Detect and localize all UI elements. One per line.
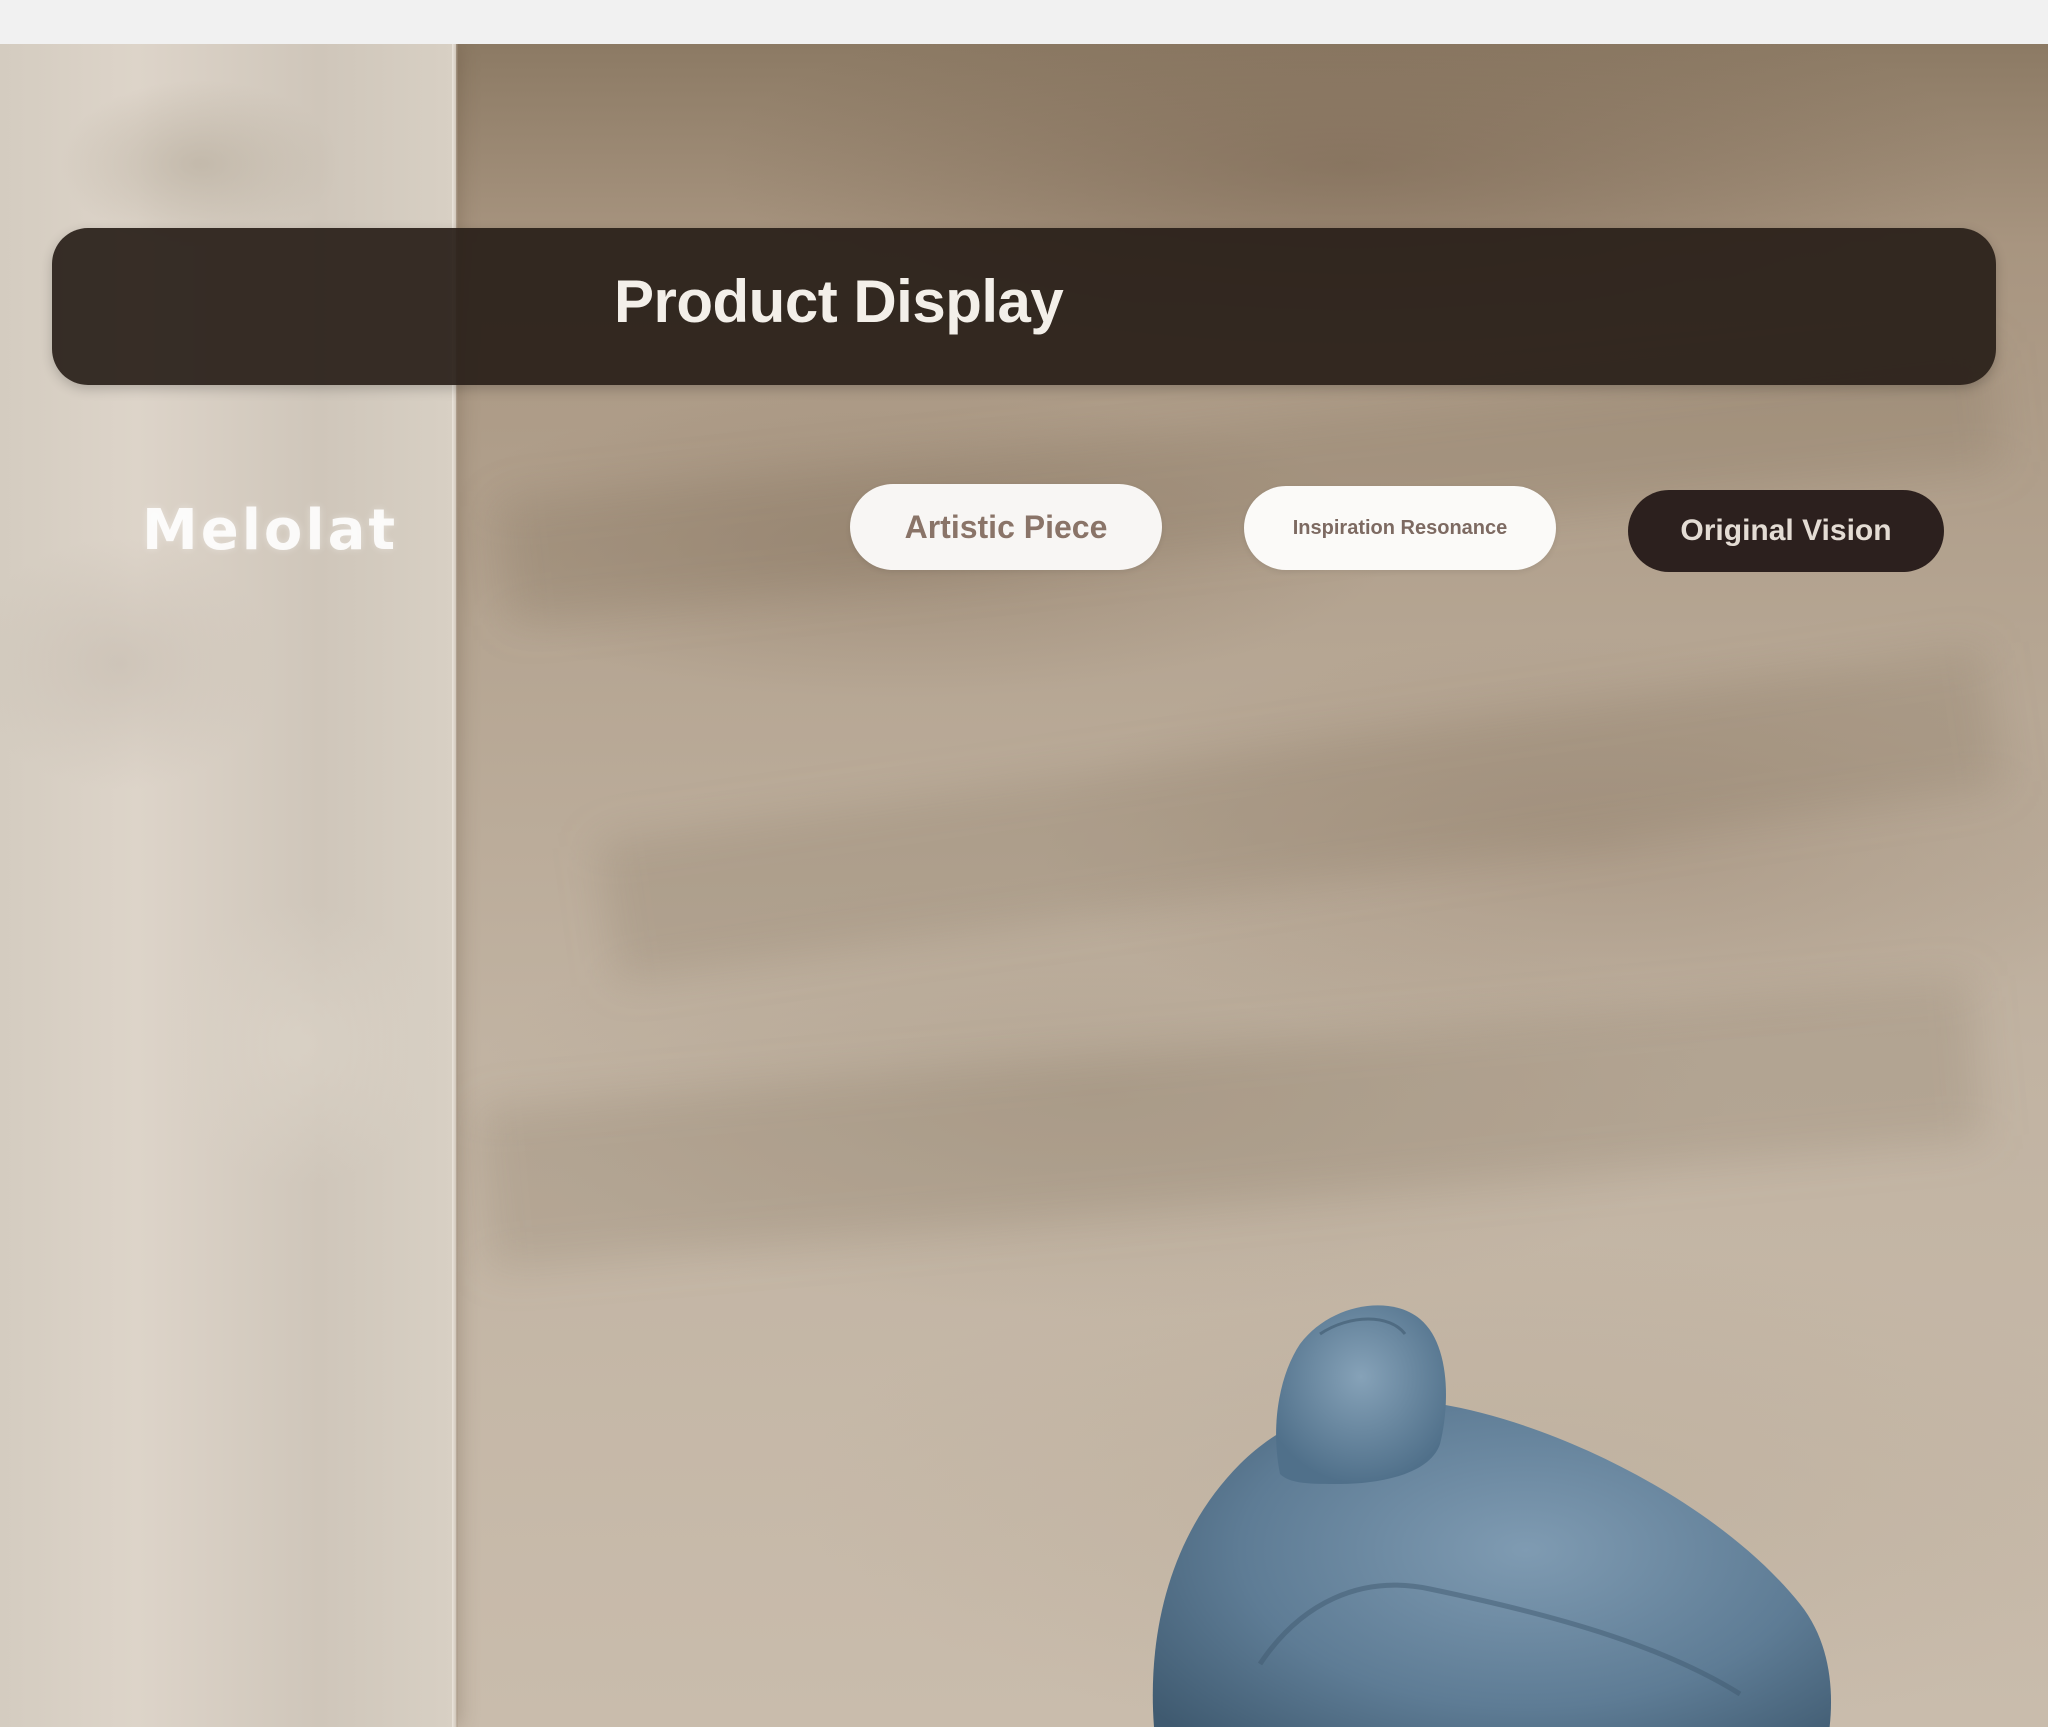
page-title: Product Display	[614, 268, 1064, 335]
browser-top-strip	[0, 0, 2048, 44]
brand-logo[interactable]: Melolat	[142, 503, 398, 559]
sculpture-image	[1152, 1305, 1832, 1727]
nav-artistic-piece-button[interactable]: Artistic Piece	[850, 484, 1162, 570]
nav-inspiration-resonance-button[interactable]: Inspiration Resonance	[1244, 486, 1556, 570]
nav-original-vision-button[interactable]: Original Vision	[1628, 490, 1944, 572]
